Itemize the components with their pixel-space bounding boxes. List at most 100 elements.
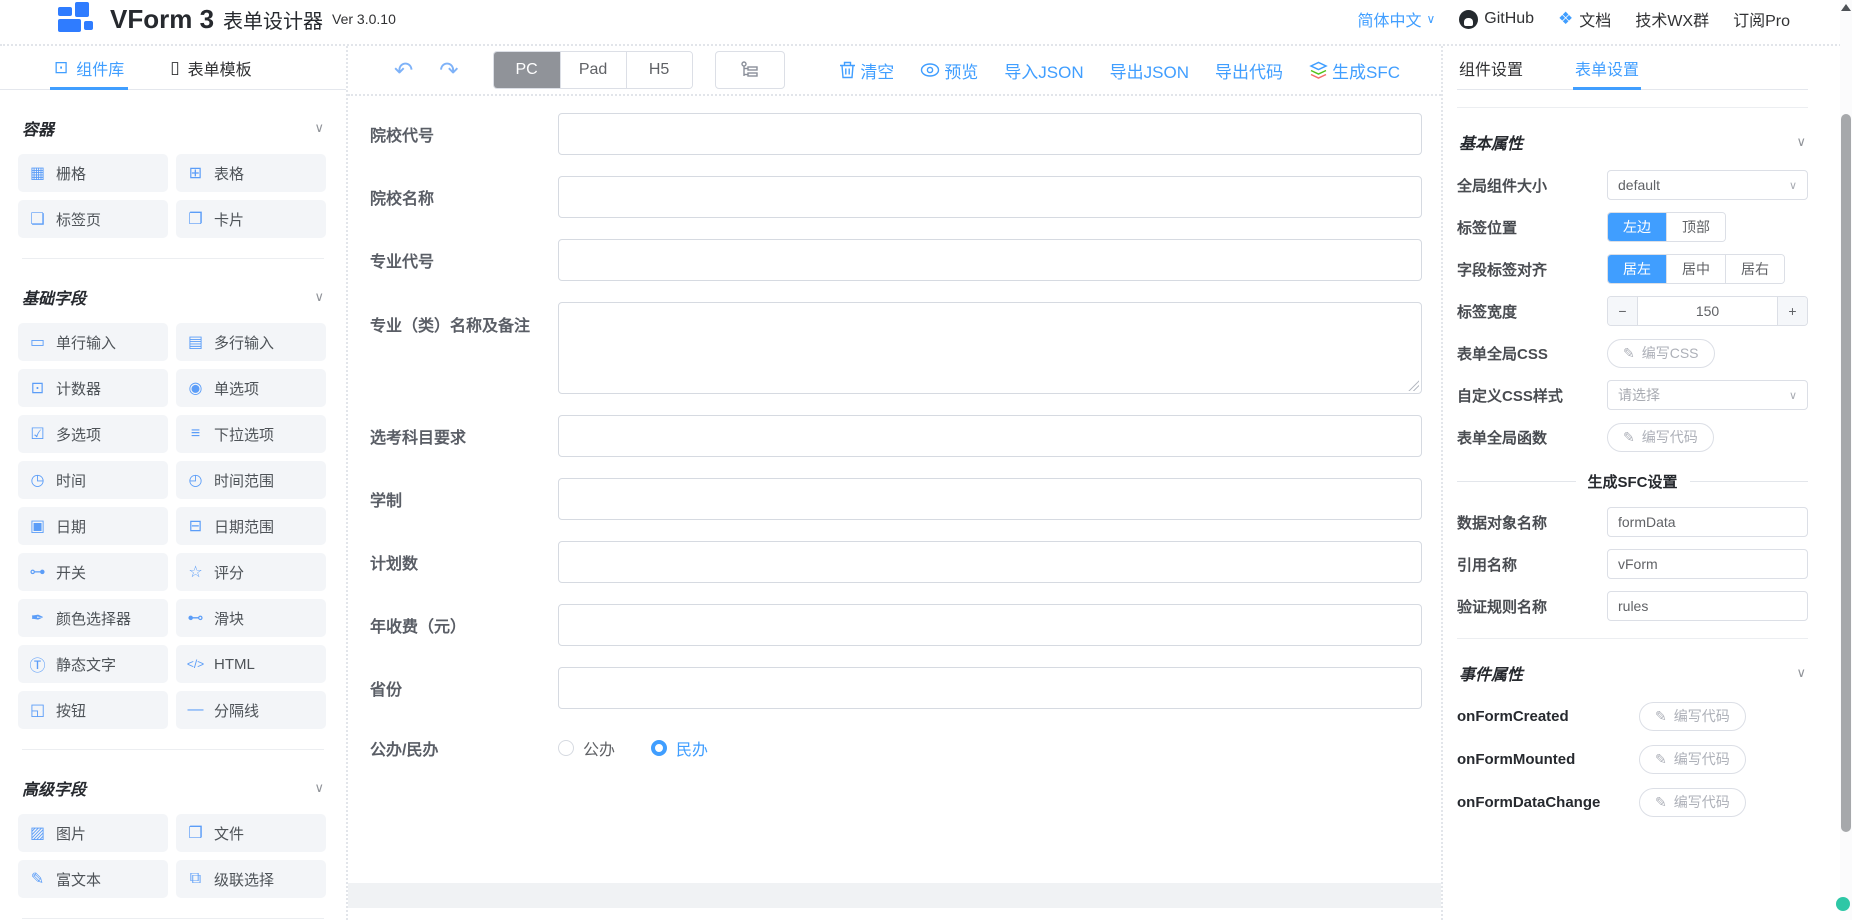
redo-button[interactable]: ↷ [439, 59, 458, 82]
import-json-button[interactable]: 导入JSON [1004, 58, 1083, 83]
rules-name-input[interactable]: rules [1607, 591, 1808, 621]
device-pc-button[interactable]: PC [494, 52, 560, 88]
edit-icon: ✎ [1655, 708, 1667, 725]
section-basic-fields[interactable]: 基础字段 ∨ [22, 285, 324, 309]
widget-item-html[interactable]: </>HTML [176, 645, 326, 683]
field-input[interactable] [558, 113, 1422, 155]
tab-form-template[interactable]: ▯ 表单模板 [170, 46, 251, 89]
widget-item-radio[interactable]: ◉单选项 [176, 369, 326, 407]
widget-item-cascader[interactable]: ⧉级联选择 [176, 860, 326, 898]
widget-item-checkbox[interactable]: ☑多选项 [18, 415, 168, 453]
widget-item-switch[interactable]: ⊶开关 [18, 553, 168, 591]
widget-item-date-range[interactable]: ⊟日期范围 [176, 507, 326, 545]
section-basic-props[interactable]: 基本属性 ∨ [1459, 130, 1806, 154]
language-dropdown[interactable]: 简体中文 ∨ [1357, 7, 1435, 31]
widget-item-input[interactable]: ▭单行输入 [18, 323, 168, 361]
edit-onformcreated-button[interactable]: ✎ 编写代码 [1639, 702, 1746, 731]
widget-size-select[interactable]: default ∨ [1607, 170, 1808, 200]
edit-css-button[interactable]: ✎ 编写CSS [1607, 339, 1715, 368]
floating-badge[interactable] [1836, 897, 1850, 911]
field-input[interactable] [558, 239, 1422, 281]
widget-item-textarea[interactable]: ▤多行输入 [176, 323, 326, 361]
docs-link[interactable]: ❖ 文档 [1558, 7, 1611, 31]
form-field-row[interactable]: 年收费（元） [370, 604, 1422, 646]
stepper-plus-button[interactable]: + [1777, 297, 1807, 325]
widget-item-slider[interactable]: ⊷滑块 [176, 599, 326, 637]
event-onformmounted-label: onFormMounted [1457, 751, 1639, 768]
subscribe-pro-link[interactable]: 订阅Pro [1733, 7, 1790, 31]
wx-group-link[interactable]: 技术WX群 [1635, 7, 1709, 31]
ref-name-input[interactable]: vForm [1607, 549, 1808, 579]
generate-sfc-button[interactable]: 生成SFC [1309, 58, 1400, 83]
widget-item-static-text[interactable]: Ⓣ静态文字 [18, 645, 168, 683]
widget-item-button[interactable]: ◱按钮 [18, 691, 168, 729]
widget-item-date[interactable]: ▣日期 [18, 507, 168, 545]
preview-button[interactable]: 预览 [920, 58, 978, 83]
label-align-left[interactable]: 居左 [1608, 255, 1666, 283]
field-input[interactable] [558, 415, 1422, 457]
undo-button[interactable]: ↶ [394, 59, 413, 82]
vertical-scrollbar[interactable] [1840, 0, 1852, 920]
field-input[interactable] [558, 478, 1422, 520]
field-input[interactable] [558, 176, 1422, 218]
widget-item-rich-editor[interactable]: ✎富文本 [18, 860, 168, 898]
label-position-left[interactable]: 左边 [1608, 213, 1666, 241]
section-event-props[interactable]: 事件属性 ∨ [1459, 661, 1806, 685]
tab-form-settings[interactable]: 表单设置 [1575, 46, 1639, 89]
widget-item-select[interactable]: ≡下拉选项 [176, 415, 326, 453]
label-width-value[interactable]: 150 [1638, 297, 1777, 325]
edit-functions-button[interactable]: ✎ 编写代码 [1607, 423, 1714, 452]
scrollbar-thumb[interactable] [1841, 114, 1851, 832]
widget-item-picture-upload[interactable]: ▨图片 [18, 814, 168, 852]
node-tree-button[interactable] [715, 51, 785, 89]
widget-item-file-upload[interactable]: ❒文件 [176, 814, 326, 852]
field-input[interactable] [558, 541, 1422, 583]
export-code-button[interactable]: 导出代码 [1215, 58, 1283, 83]
widget-item-card[interactable]: ❐卡片 [176, 200, 326, 238]
widget-item-time-range[interactable]: ◴时间范围 [176, 461, 326, 499]
widget-item-color[interactable]: ✒颜色选择器 [18, 599, 168, 637]
device-h5-button[interactable]: H5 [626, 52, 692, 88]
widget-item-divider[interactable]: —分隔线 [176, 691, 326, 729]
field-input[interactable] [558, 604, 1422, 646]
data-object-name-input[interactable]: formData [1607, 507, 1808, 537]
form-field-row[interactable]: 院校代号 [370, 113, 1422, 155]
radio-option-private[interactable]: 民办 [651, 736, 708, 760]
tab-component-library[interactable]: ⊡ 组件库 [54, 46, 124, 89]
field-label: 院校名称 [370, 185, 558, 209]
stepper-minus-button[interactable]: − [1608, 297, 1638, 325]
tab-widget-settings[interactable]: 组件设置 [1459, 46, 1523, 89]
widget-item-number[interactable]: ⊡计数器 [18, 369, 168, 407]
custom-css-select[interactable]: 请选择 ∨ [1607, 380, 1808, 410]
panel-divider [1457, 107, 1808, 108]
form-field-row[interactable]: 专业代号 [370, 239, 1422, 281]
section-advanced-fields[interactable]: 高级字段 ∨ [22, 776, 324, 800]
form-field-row[interactable]: 公办/民办 公办 民办 [370, 736, 1422, 760]
edit-onformmounted-button[interactable]: ✎ 编写代码 [1639, 745, 1746, 774]
widget-item-table[interactable]: ⊞表格 [176, 154, 326, 192]
widget-item-grid[interactable]: ▦栅格 [18, 154, 168, 192]
form-field-row[interactable]: 计划数 [370, 541, 1422, 583]
label-align-right[interactable]: 居右 [1725, 255, 1784, 283]
clear-button[interactable]: 清空 [839, 58, 894, 83]
field-input[interactable] [558, 667, 1422, 709]
label-align-center[interactable]: 居中 [1666, 255, 1725, 283]
label-position-top[interactable]: 顶部 [1666, 213, 1725, 241]
form-field-row[interactable]: 选考科目要求 [370, 415, 1422, 457]
device-pad-button[interactable]: Pad [560, 52, 626, 88]
field-textarea[interactable] [558, 302, 1422, 394]
radio-option-public[interactable]: 公办 [558, 736, 615, 760]
form-field-row[interactable]: 院校名称 [370, 176, 1422, 218]
form-field-row[interactable]: 学制 [370, 478, 1422, 520]
export-json-button[interactable]: 导出JSON [1110, 58, 1189, 83]
edit-onformdatachange-button[interactable]: ✎ 编写代码 [1639, 788, 1746, 817]
github-link[interactable]: GitHub [1459, 10, 1534, 29]
form-canvas[interactable]: 院校代号 院校名称 专业代号 专业（类）名称及备注 选考科目要求 学制 [348, 96, 1441, 920]
form-field-row[interactable]: 专业（类）名称及备注 [370, 302, 1422, 394]
widget-item-tab[interactable]: ❏标签页 [18, 200, 168, 238]
widget-item-rate[interactable]: ☆评分 [176, 553, 326, 591]
section-container[interactable]: 容器 ∨ [22, 116, 324, 140]
widget-item-time[interactable]: ◷时间 [18, 461, 168, 499]
form-field-row[interactable]: 省份 [370, 667, 1422, 709]
scrollbar-up-arrow-icon[interactable] [1841, 4, 1851, 11]
